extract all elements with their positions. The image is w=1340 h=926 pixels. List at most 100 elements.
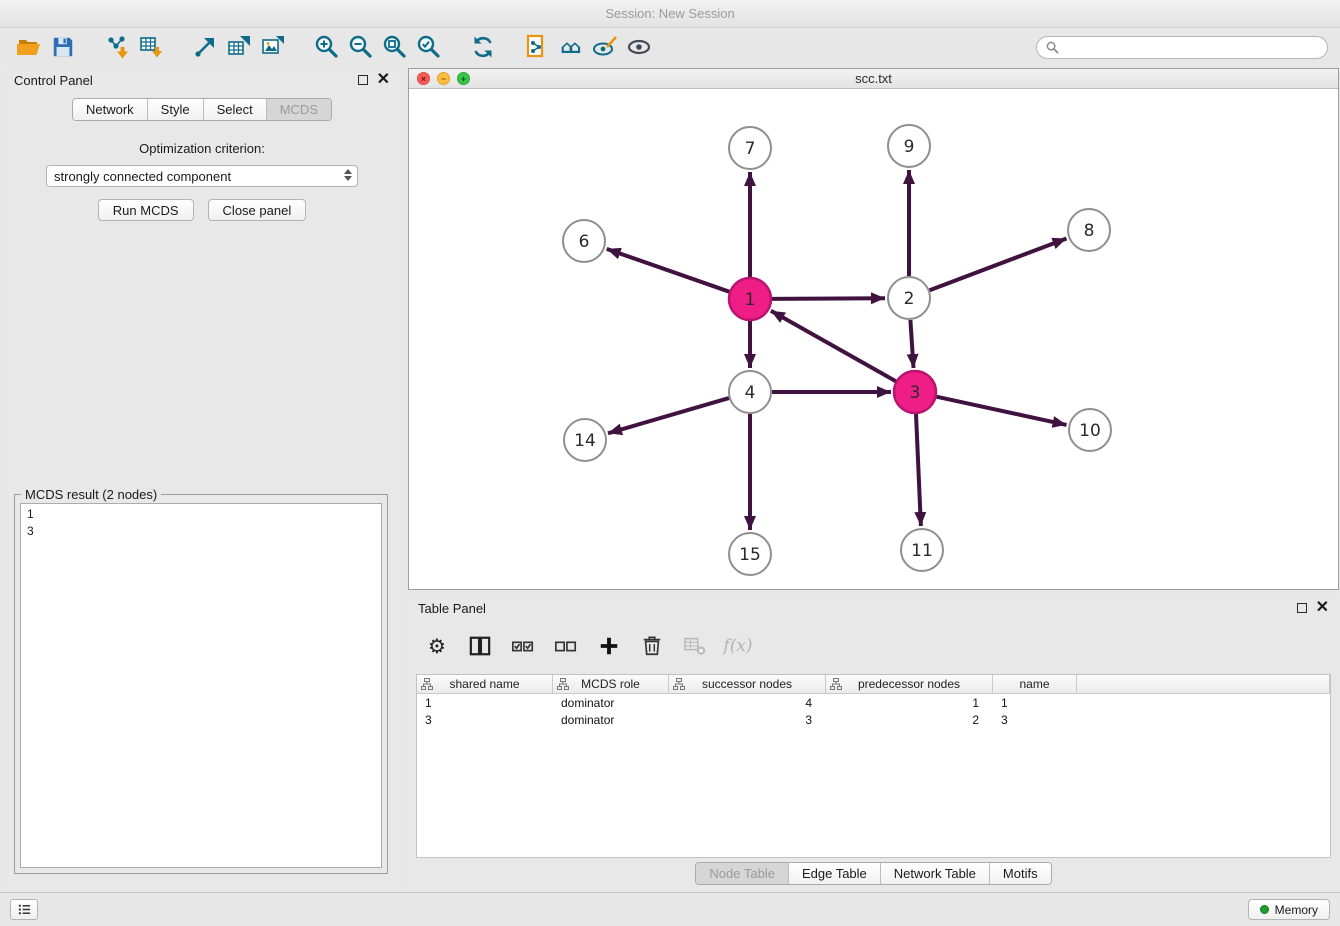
graph-edge-4-14[interactable] xyxy=(608,398,729,433)
column-label: shared name xyxy=(449,677,519,691)
graph-edge-2-8[interactable] xyxy=(930,239,1067,291)
add-column-icon[interactable] xyxy=(596,633,622,659)
gear-icon[interactable]: ⚙ xyxy=(424,633,450,659)
import-table-button[interactable] xyxy=(134,31,168,63)
zoom-fit-button[interactable] xyxy=(378,31,412,63)
table-row[interactable]: 1 dominator 4 1 1 xyxy=(417,694,1330,711)
search-icon xyxy=(1046,41,1059,54)
save-session-button[interactable] xyxy=(46,31,80,63)
graph-node-2[interactable]: 2 xyxy=(888,277,930,319)
graph-node-1[interactable]: 1 xyxy=(729,278,771,320)
float-window-icon[interactable] xyxy=(358,75,368,85)
graph-edge-3-1[interactable] xyxy=(771,311,896,381)
tab-motifs[interactable]: Motifs xyxy=(989,863,1051,884)
cell-successor-nodes[interactable]: 4 xyxy=(669,694,826,711)
column-header-shared-name[interactable]: shared name xyxy=(417,675,553,694)
graph-node-10[interactable]: 10 xyxy=(1069,409,1111,451)
tab-select[interactable]: Select xyxy=(203,99,266,120)
graph-node-14[interactable]: 14 xyxy=(564,419,606,461)
graph-node-3[interactable]: 3 xyxy=(894,371,936,413)
search-input[interactable] xyxy=(1064,40,1318,54)
table-row[interactable]: 3 dominator 3 2 3 xyxy=(417,711,1330,728)
memory-button[interactable]: Memory xyxy=(1248,899,1330,920)
cell-predecessor-nodes[interactable]: 1 xyxy=(826,694,993,711)
open-file-button[interactable] xyxy=(12,31,46,63)
svg-text:4: 4 xyxy=(745,383,756,403)
export-network-button[interactable] xyxy=(188,31,222,63)
column-header-mcds-role[interactable]: MCDS role xyxy=(553,675,669,694)
graph-node-4[interactable]: 4 xyxy=(729,371,771,413)
graph-edge-1-2[interactable] xyxy=(772,298,885,299)
close-window-icon[interactable]: × xyxy=(417,72,430,85)
zoom-out-button[interactable] xyxy=(344,31,378,63)
network-graph[interactable]: 7 9 6 8 1 2 4 3 10 14 15 11 xyxy=(409,89,1338,589)
tab-node-table[interactable]: Node Table xyxy=(696,863,788,884)
optimization-criterion-select[interactable]: strongly connected component xyxy=(46,165,358,187)
select-all-icon[interactable] xyxy=(510,633,536,659)
tab-network-table[interactable]: Network Table xyxy=(880,863,989,884)
tab-network[interactable]: Network xyxy=(73,99,147,120)
cell-name[interactable]: 1 xyxy=(993,694,1077,711)
session-document-button[interactable] xyxy=(520,31,554,63)
delete-column-icon[interactable] xyxy=(639,633,665,659)
tab-mcds[interactable]: MCDS xyxy=(266,99,331,120)
column-header-name[interactable]: name xyxy=(993,675,1077,694)
cell-successor-nodes[interactable]: 3 xyxy=(669,711,826,728)
graph-edge-2-3[interactable] xyxy=(910,320,913,368)
table-panel-tabs: Node Table Edge Table Network Table Moti… xyxy=(408,862,1339,885)
maximize-window-icon[interactable]: + xyxy=(457,72,470,85)
list-icon xyxy=(17,903,32,916)
graph-node-9[interactable]: 9 xyxy=(888,125,930,167)
column-header-predecessor-nodes[interactable]: predecessor nodes xyxy=(826,675,993,694)
tab-style[interactable]: Style xyxy=(147,99,203,120)
refresh-icon xyxy=(470,34,496,60)
cell-mcds-role[interactable]: dominator xyxy=(553,694,669,711)
close-panel-button[interactable]: Close panel xyxy=(208,199,307,221)
deselect-all-icon[interactable] xyxy=(553,633,579,659)
float-window-icon[interactable] xyxy=(1297,603,1307,613)
cell-shared-name[interactable]: 1 xyxy=(417,694,553,711)
apply-layout-button[interactable] xyxy=(466,31,500,63)
graph-edge-3-10[interactable] xyxy=(937,397,1067,425)
function-builder-icon: f(x) xyxy=(725,633,751,659)
cell-mcds-role[interactable]: dominator xyxy=(553,711,669,728)
graph-edge-3-11[interactable] xyxy=(916,414,921,526)
zoom-in-button[interactable] xyxy=(310,31,344,63)
tree-icon xyxy=(421,678,433,693)
style-preview-button[interactable] xyxy=(588,31,622,63)
import-network-button[interactable] xyxy=(100,31,134,63)
table-toolbar: ⚙ xyxy=(408,620,1339,672)
svg-text:11: 11 xyxy=(911,541,933,561)
export-table-button[interactable] xyxy=(222,31,256,63)
cell-predecessor-nodes[interactable]: 2 xyxy=(826,711,993,728)
export-image-button[interactable] xyxy=(256,31,290,63)
graph-node-6[interactable]: 6 xyxy=(563,220,605,262)
graph-edge-1-6[interactable] xyxy=(607,249,730,292)
graph-node-15[interactable]: 15 xyxy=(729,533,771,575)
cell-name[interactable]: 3 xyxy=(993,711,1077,728)
tab-edge-table[interactable]: Edge Table xyxy=(788,863,880,884)
run-mcds-button[interactable]: Run MCDS xyxy=(98,199,194,221)
graph-node-7[interactable]: 7 xyxy=(729,127,771,169)
network-canvas[interactable]: 7 9 6 8 1 2 4 3 10 14 15 11 xyxy=(409,89,1338,589)
network-window-titlebar[interactable]: × − + scc.txt xyxy=(409,69,1338,89)
columns-icon[interactable] xyxy=(467,633,493,659)
graph-node-8[interactable]: 8 xyxy=(1068,209,1110,251)
export-network-icon xyxy=(192,34,218,60)
task-history-button[interactable] xyxy=(10,899,38,920)
graph-node-11[interactable]: 11 xyxy=(901,529,943,571)
close-panel-icon[interactable]: ✕ xyxy=(377,74,390,86)
mcds-result-list[interactable]: 1 3 xyxy=(20,503,382,868)
minimize-window-icon[interactable]: − xyxy=(437,72,450,85)
zoom-selected-button[interactable] xyxy=(412,31,446,63)
show-hide-details-button[interactable] xyxy=(622,31,656,63)
close-panel-icon[interactable]: ✕ xyxy=(1316,602,1329,614)
column-label: successor nodes xyxy=(702,677,792,691)
close-panel-label: Close panel xyxy=(223,203,292,218)
cell-shared-name[interactable]: 3 xyxy=(417,711,553,728)
home-button[interactable]: ⌂⌂ xyxy=(554,31,588,63)
mcds-result-line: 1 xyxy=(27,506,375,523)
column-header-successor-nodes[interactable]: successor nodes xyxy=(669,675,826,694)
network-window-title: scc.txt xyxy=(855,71,892,86)
search-box[interactable] xyxy=(1036,36,1328,59)
